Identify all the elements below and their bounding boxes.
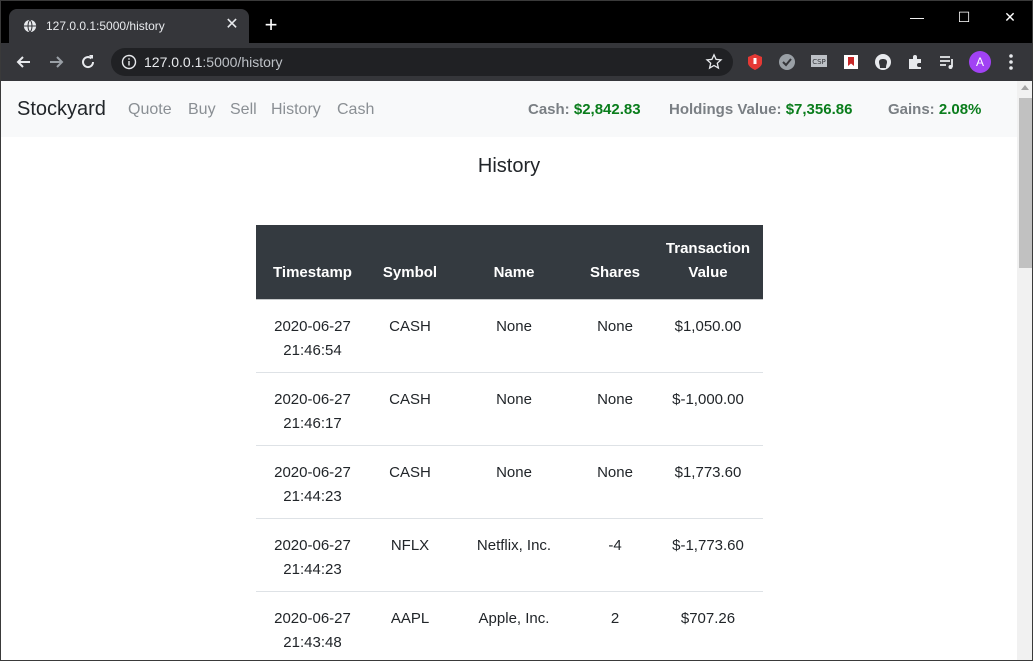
- cell-shares: -4: [577, 518, 653, 592]
- cell-name: Netflix, Inc.: [451, 518, 577, 592]
- table-row: 2020-06-27 21:46:54 CASH None None $1,050…: [256, 298, 763, 373]
- menu-icon[interactable]: [1005, 52, 1017, 72]
- page-title: History: [477, 155, 541, 177]
- cash-stat-value: $2,842.83: [573, 101, 641, 118]
- cell-time: 21:46:17: [283, 414, 342, 432]
- cell-symbol: CASH: [369, 298, 451, 373]
- page-viewport: Stockyard Quote Buy Sell History Cash Ca…: [1, 81, 1032, 660]
- cell-name: Apple, Inc.: [451, 591, 577, 660]
- table-body: 2020-06-27 21:46:54 CASH None None $1,050…: [256, 298, 763, 660]
- tab-title: 127.0.0.1:5000/history: [46, 19, 165, 33]
- media-control-icon[interactable]: [938, 53, 956, 71]
- cell-symbol: AAPL: [369, 591, 451, 660]
- tab-strip: 127.0.0.1:5000/history ✕ + — ☐ ✕: [1, 1, 1032, 43]
- cell-symbol: CASH: [369, 445, 451, 519]
- browser-window: 127.0.0.1:5000/history ✕ + — ☐ ✕ 127.0.0…: [0, 0, 1033, 661]
- cell-shares: 2: [577, 591, 653, 660]
- scrollbar-thumb[interactable]: [1019, 98, 1032, 268]
- cell-name: None: [451, 372, 577, 446]
- cell-timestamp: 2020-06-27 21:43:48: [256, 591, 369, 660]
- star-icon[interactable]: [705, 53, 723, 71]
- url-path: :5000/history: [202, 54, 283, 70]
- minimize-button[interactable]: —: [905, 5, 929, 29]
- maximize-button[interactable]: ☐: [952, 5, 976, 29]
- cell-date: 2020-06-27: [274, 609, 351, 627]
- brand-link[interactable]: Stockyard: [17, 98, 106, 121]
- cell-value: $-1,000.00: [653, 372, 763, 446]
- cash-stat-label: Cash:: [528, 101, 570, 118]
- table-header: Timestamp Symbol Name Shares Transaction…: [256, 225, 763, 299]
- close-window-button[interactable]: ✕: [998, 5, 1022, 29]
- nav-link-sell[interactable]: Sell: [230, 101, 257, 119]
- url-text[interactable]: 127.0.0.1:5000/history: [144, 54, 283, 70]
- cash-stat: Cash: $2,842.83: [528, 101, 641, 118]
- header-transaction-value: Transaction Value: [653, 225, 763, 299]
- reload-icon[interactable]: [78, 52, 98, 72]
- address-bar[interactable]: 127.0.0.1:5000/history: [111, 48, 733, 76]
- cell-symbol: NFLX: [369, 518, 451, 592]
- table-row: 2020-06-27 21:44:23 CASH None None $1,773…: [256, 445, 763, 519]
- table-row: 2020-06-27 21:43:48 AAPL Apple, Inc. 2 $7…: [256, 591, 763, 660]
- cell-name: None: [451, 298, 577, 373]
- profile-avatar[interactable]: A: [969, 51, 991, 73]
- cell-value: $1,050.00: [653, 298, 763, 373]
- csp-extension-icon[interactable]: CSP: [810, 53, 828, 71]
- cell-shares: None: [577, 372, 653, 446]
- holdings-stat-value: $7,356.86: [785, 101, 853, 118]
- tab-close-icon[interactable]: ✕: [223, 16, 241, 34]
- page-scrollbar[interactable]: [1017, 81, 1032, 660]
- cell-date: 2020-06-27: [274, 463, 351, 481]
- cell-shares: None: [577, 298, 653, 373]
- holdings-stat-label: Holdings Value:: [669, 101, 782, 118]
- nav-link-history[interactable]: History: [271, 101, 321, 119]
- cell-value: $707.26: [653, 591, 763, 660]
- cell-timestamp: 2020-06-27 21:46:17: [256, 372, 369, 446]
- github-icon[interactable]: [874, 53, 892, 71]
- new-tab-button[interactable]: +: [259, 14, 283, 38]
- cell-time: 21:44:23: [283, 560, 342, 578]
- cell-shares: None: [577, 445, 653, 519]
- cell-time: 21:46:54: [283, 341, 342, 359]
- cell-time: 21:44:23: [283, 487, 342, 505]
- active-tab[interactable]: 127.0.0.1:5000/history ✕: [9, 9, 249, 43]
- adblock-extension-icon[interactable]: [746, 53, 764, 71]
- check-extension-icon[interactable]: [778, 53, 796, 71]
- browser-toolbar: 127.0.0.1:5000/history CSP A: [1, 43, 1032, 81]
- forward-icon[interactable]: [46, 52, 66, 72]
- url-host: 127.0.0.1: [144, 54, 203, 70]
- puzzle-icon[interactable]: [906, 53, 924, 71]
- gains-stat-label: Gains:: [888, 101, 935, 118]
- svg-text:CSP: CSP: [812, 58, 826, 66]
- nav-link-buy[interactable]: Buy: [188, 101, 216, 119]
- scroll-up-arrow-icon[interactable]: [1021, 85, 1029, 90]
- cell-value: $-1,773.60: [653, 518, 763, 592]
- cell-timestamp: 2020-06-27 21:44:23: [256, 518, 369, 592]
- cell-date: 2020-06-27: [274, 536, 351, 554]
- info-icon[interactable]: [121, 54, 137, 70]
- cell-name: None: [451, 445, 577, 519]
- history-table: Timestamp Symbol Name Shares Transaction…: [256, 225, 763, 660]
- cell-value: $1,773.60: [653, 445, 763, 519]
- cell-time: 21:43:48: [283, 633, 342, 651]
- back-icon[interactable]: [14, 52, 34, 72]
- gains-stat: Gains: 2.08%: [888, 101, 981, 118]
- globe-icon: [23, 19, 37, 33]
- cell-timestamp: 2020-06-27 21:44:23: [256, 445, 369, 519]
- header-symbol: Symbol: [369, 225, 451, 299]
- cell-timestamp: 2020-06-27 21:46:54: [256, 298, 369, 373]
- cell-date: 2020-06-27: [274, 390, 351, 408]
- cell-date: 2020-06-27: [274, 317, 351, 335]
- bookmark-extension-icon[interactable]: [842, 53, 860, 71]
- site-navbar: Stockyard Quote Buy Sell History Cash Ca…: [1, 81, 1017, 137]
- cell-symbol: CASH: [369, 372, 451, 446]
- table-row: 2020-06-27 21:46:17 CASH None None $-1,00…: [256, 372, 763, 446]
- gains-stat-value: 2.08%: [938, 101, 982, 118]
- header-shares: Shares: [577, 225, 653, 299]
- holdings-stat: Holdings Value: $7,356.86: [669, 101, 852, 118]
- nav-link-quote[interactable]: Quote: [128, 101, 172, 119]
- table-row: 2020-06-27 21:44:23 NFLX Netflix, Inc. -4…: [256, 518, 763, 592]
- header-name: Name: [451, 225, 577, 299]
- nav-link-cash[interactable]: Cash: [337, 101, 374, 119]
- header-timestamp: Timestamp: [256, 225, 369, 299]
